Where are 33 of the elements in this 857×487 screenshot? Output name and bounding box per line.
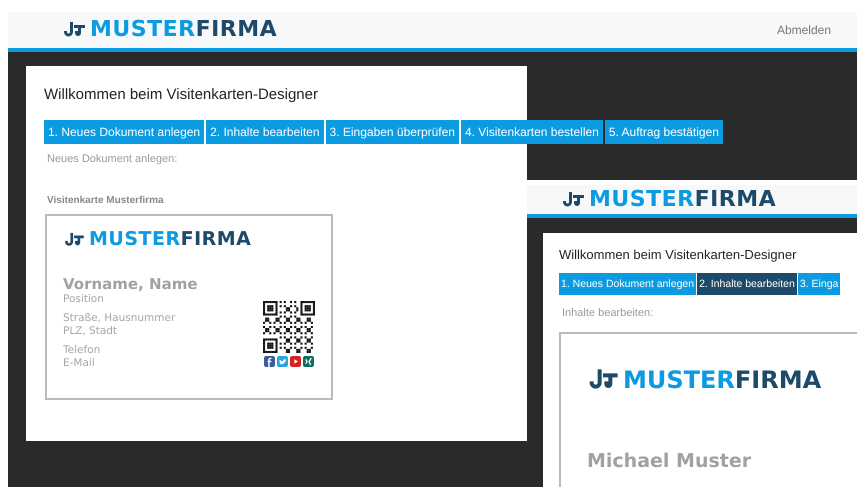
contact-text: Telefon <box>63 344 102 357</box>
logo-icon <box>62 21 86 39</box>
play-icon[interactable] <box>290 356 301 367</box>
logout-link[interactable]: Abmelden <box>776 23 831 37</box>
address-text: PLZ, Stadt <box>63 325 118 338</box>
step-label: Inhalte bearbeiten: <box>562 307 654 319</box>
x-letter-icon[interactable] <box>303 356 314 367</box>
position-text: Position <box>63 293 105 306</box>
logo-icon <box>63 232 85 248</box>
page-title: Willkommen beim Visitenkarten-Designer <box>559 247 798 262</box>
company-logo: MUSTERFIRMA <box>89 230 252 249</box>
bird-icon[interactable] <box>277 356 288 367</box>
qr-code-icon <box>263 301 315 353</box>
step-tab[interactable]: 1. Neues Dokument anlegen <box>44 120 204 144</box>
company-logo: MUSTERFIRMA <box>589 188 776 210</box>
f-letter-icon[interactable] <box>264 356 275 367</box>
step-tab[interactable]: 2. Inhalte bearbeiten <box>697 273 797 295</box>
step-label: Neues Dokument anlegen: <box>47 153 178 165</box>
step-tab[interactable]: 3. Eingaben überprüfen <box>326 120 459 144</box>
name-text: Michael Muster <box>587 450 752 472</box>
step-tab[interactable]: 4. Visitenkarten bestellen <box>460 120 603 144</box>
step-tab[interactable]: 3. Einga <box>798 273 840 295</box>
name-text: Vorname, Name <box>63 275 198 293</box>
address-text: Straße, Hausnummer <box>63 312 176 325</box>
step-tab[interactable]: 2. Inhalte bearbeiten <box>206 120 324 144</box>
logo-icon <box>561 190 585 208</box>
contact-text: E-Mail <box>63 357 96 370</box>
company-logo: MUSTERFIRMA <box>623 368 822 392</box>
step-tab[interactable]: 1. Neues Dokument anlegen <box>559 273 696 295</box>
card-title: Visitenkarte Musterfirma <box>47 195 165 206</box>
step-tab[interactable]: 5. Auftrag bestätigen <box>604 120 723 144</box>
page-title: Willkommen beim Visitenkarten-Designer <box>44 86 319 103</box>
company-logo: MUSTERFIRMA <box>90 19 278 41</box>
